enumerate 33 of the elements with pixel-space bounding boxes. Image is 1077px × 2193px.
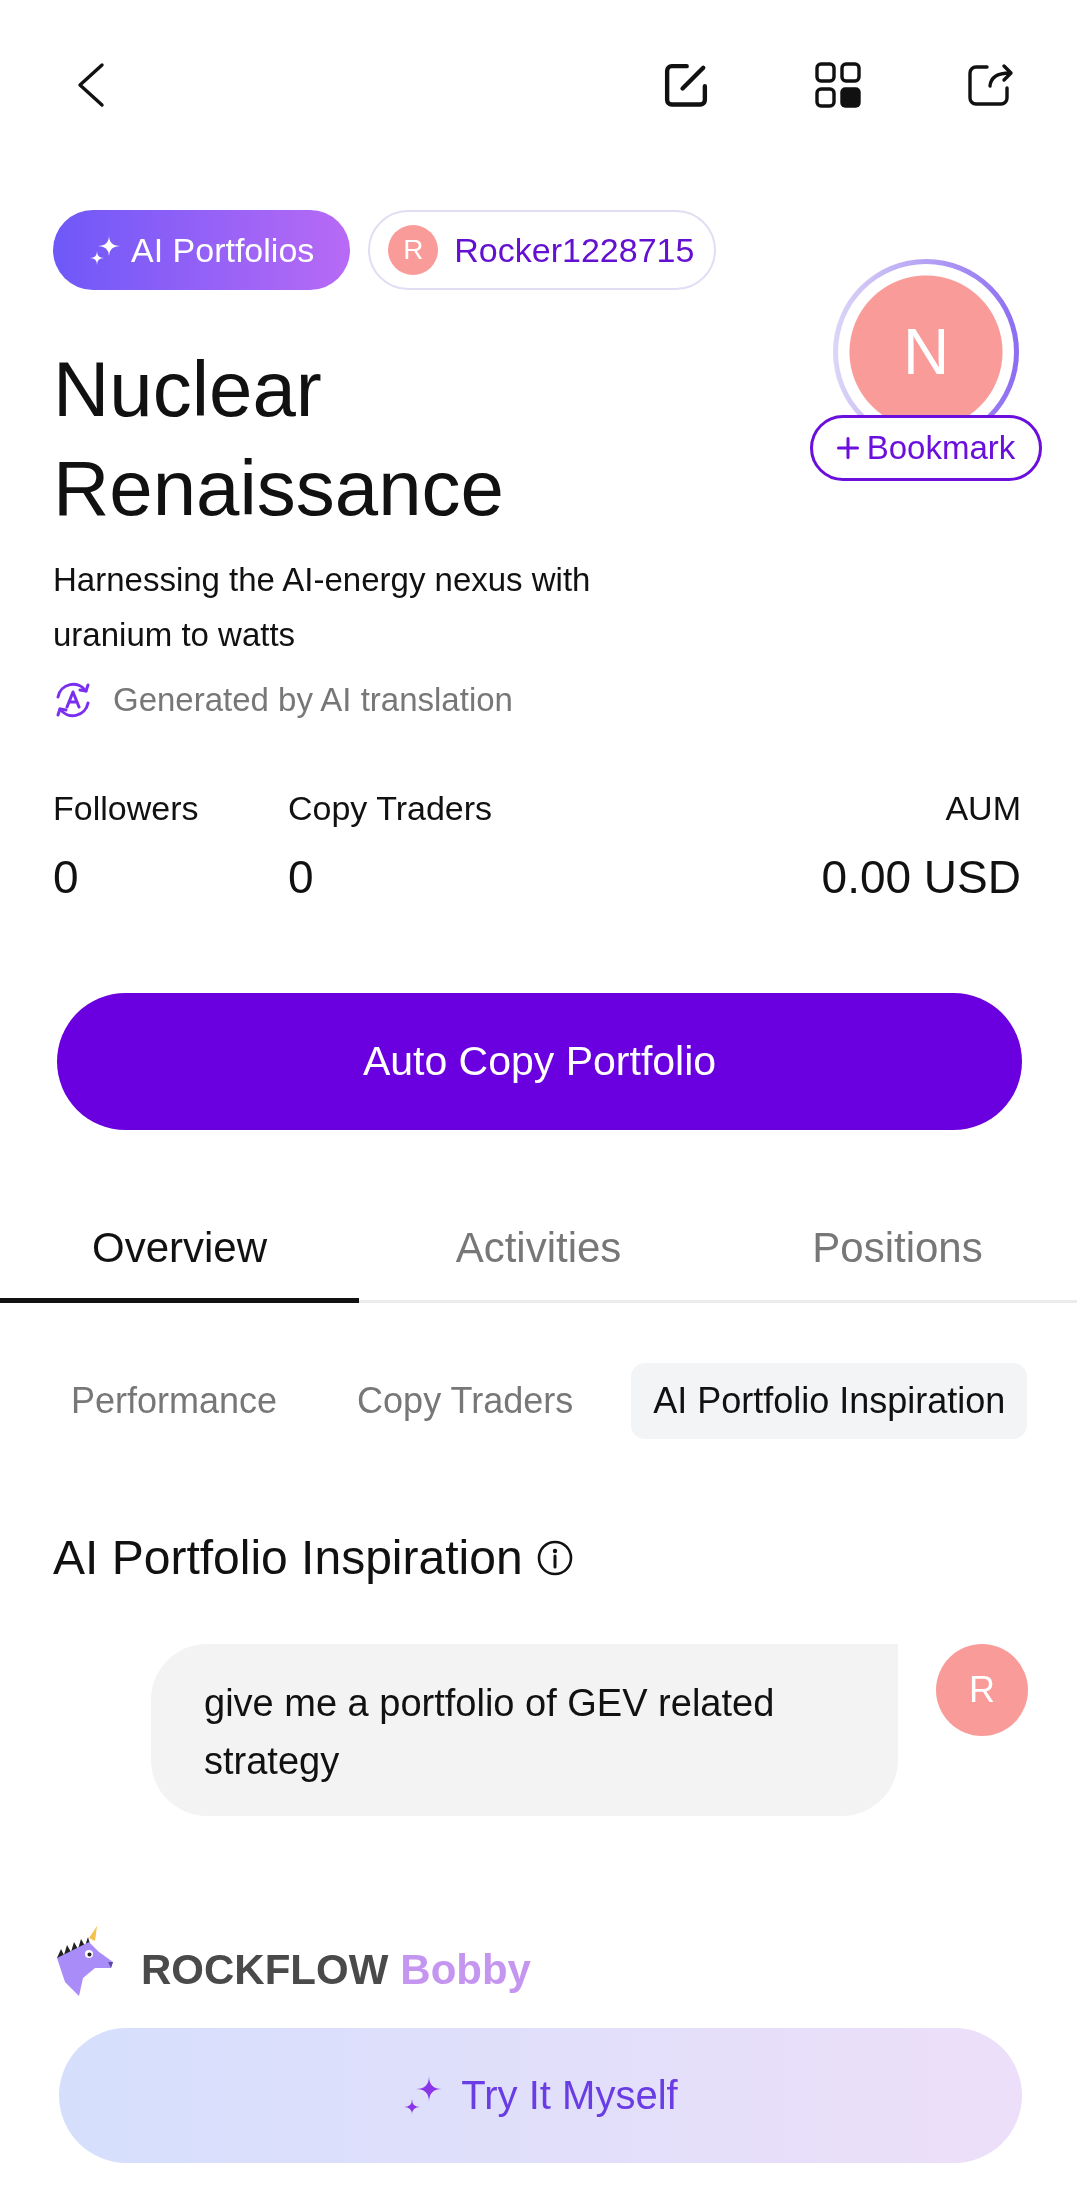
user-avatar: R [388, 225, 439, 275]
tab[interactable]: Overview [0, 1197, 359, 1303]
edit-icon[interactable] [663, 62, 709, 108]
section-title: AI Portfolio Inspiration [53, 1530, 523, 1586]
sub-tab[interactable]: Performance [49, 1363, 300, 1439]
sub-tab[interactable]: AI Portfolio Inspiration [631, 1363, 1028, 1439]
portfolio-description: Harnessing the AI-energy nexus with uranium to watts [53, 560, 592, 655]
user-avatar: R [936, 1644, 1028, 1736]
message-bubble: give me a portfolio of GEV related strategy [151, 1644, 898, 1816]
stat-label: Followers [53, 788, 199, 828]
back-icon[interactable] [77, 62, 105, 108]
grid-icon[interactable] [815, 62, 861, 108]
auto-copy-button[interactable]: Auto Copy Portfolio [57, 993, 1022, 1130]
info-icon[interactable] [536, 1540, 573, 1576]
stat-value: 0 [53, 850, 79, 905]
stat-label: Copy Traders [288, 788, 493, 828]
translation-note: Generated by AI translation [113, 680, 513, 720]
portfolio-title: Nuclear Renaissance [53, 344, 505, 534]
assistant-name: Bobby [400, 1945, 531, 1995]
stat-value: 0 [288, 850, 314, 905]
plus-icon [836, 437, 859, 459]
stat-value: 0.00 USD [821, 850, 1021, 905]
tab[interactable]: Activities [359, 1197, 718, 1303]
stat-label: AUM [945, 788, 1021, 828]
sub-tab[interactable]: Copy Traders [335, 1363, 596, 1439]
tab[interactable]: Positions [718, 1197, 1077, 1303]
author-name: Rocker1228715 [454, 230, 695, 270]
category-tag[interactable]: AI Portfolios [53, 210, 351, 290]
share-icon[interactable] [967, 62, 1015, 108]
author-chip[interactable]: R Rocker1228715 [368, 210, 717, 290]
bookmark-button[interactable]: Bookmark [810, 415, 1042, 481]
brand-name: ROCKFLOW [141, 1945, 389, 1995]
try-it-button[interactable]: Try It Myself [59, 2028, 1022, 2163]
